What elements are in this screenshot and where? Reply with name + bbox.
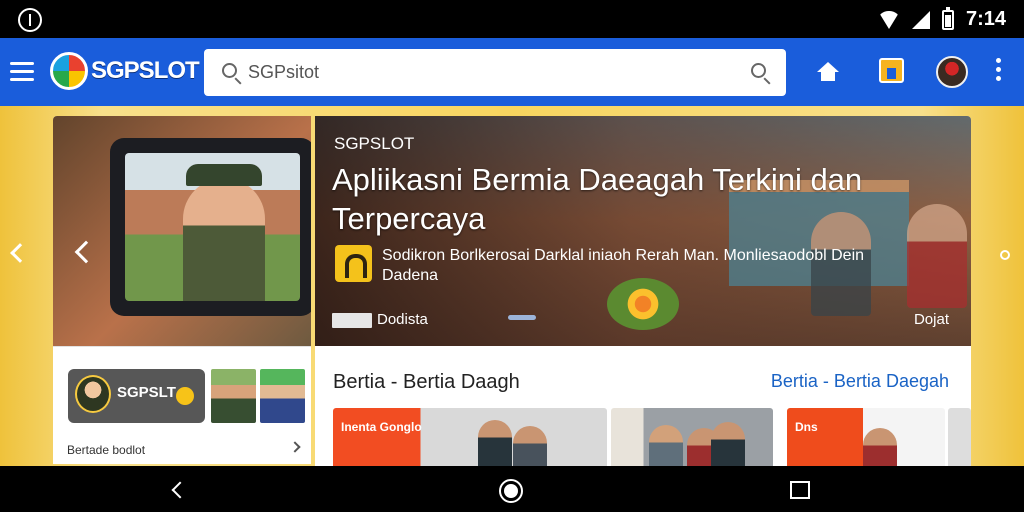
- background-person-image: [907, 204, 967, 308]
- left-thumbnail[interactable]: [260, 369, 305, 423]
- featured-hero[interactable]: SGPSLOT Apliikasni Bermia Daeagah Terkin…: [315, 116, 971, 346]
- status-bar: 7:14: [0, 0, 1024, 38]
- promo-text: SGPSLT: [117, 384, 176, 401]
- logo-text: SGPSLOT: [91, 57, 200, 84]
- back-icon[interactable]: [171, 481, 189, 499]
- hero-kicker: SGPSLOT: [334, 134, 415, 153]
- avatar[interactable]: [936, 56, 968, 88]
- news-card[interactable]: Dns: [787, 408, 945, 466]
- news-card[interactable]: [611, 408, 773, 466]
- store-icon[interactable]: [879, 58, 904, 83]
- coin-icon: [176, 387, 194, 405]
- search-input[interactable]: [248, 58, 728, 86]
- carousel-prev-arrow-icon[interactable]: [10, 243, 30, 263]
- hero-title: Apliikasni Bermia Daeagah Terkini dan Te…: [332, 162, 863, 236]
- hero-left-action[interactable]: Dodista: [377, 311, 428, 328]
- promo-avatar: [75, 375, 111, 413]
- officer-preview-image: [53, 116, 311, 346]
- left-preview-card[interactable]: SGPSLT Bertade bodlot: [53, 116, 311, 464]
- news-person-image: [478, 420, 512, 466]
- featured-app-icon: [335, 245, 372, 282]
- hero-right-action[interactable]: Dojat: [914, 311, 949, 328]
- news-person-image: [863, 428, 897, 466]
- hero-pill-icon: [332, 313, 372, 328]
- search-icon: [222, 63, 237, 78]
- app-notification-icon: [18, 8, 42, 32]
- home-button-icon[interactable]: [499, 479, 523, 503]
- carousel-indicator[interactable]: [508, 315, 536, 320]
- news-card[interactable]: [948, 408, 971, 466]
- officer-figure: [183, 164, 265, 301]
- news-link[interactable]: Bertia - Bertia Daegah: [771, 371, 949, 392]
- hero-body: Sodikron Borlkerosai Darklal iniaoh Rera…: [382, 247, 865, 284]
- app-logo[interactable]: SGPSLOT: [50, 52, 200, 90]
- news-card-tag: Inenta Gonglo: [341, 420, 422, 434]
- app-bar: SGPSLOT: [0, 38, 1024, 106]
- news-card[interactable]: Inenta Gonglo: [333, 408, 607, 466]
- tablet-screen: [125, 153, 300, 301]
- carousel-next-dot-icon[interactable]: [1000, 250, 1010, 260]
- search-box[interactable]: [204, 49, 786, 96]
- status-time: 7:14: [965, 8, 1006, 30]
- chevron-right-icon[interactable]: [289, 441, 301, 453]
- featured-card: SGPSLOT Apliikasni Bermia Daeagah Terkin…: [315, 116, 971, 466]
- tablet-image: [110, 138, 311, 316]
- left-thumbnail[interactable]: [211, 369, 256, 423]
- search-submit-icon[interactable]: [751, 63, 766, 78]
- news-card-tag: Dns: [795, 420, 818, 434]
- recent-apps-icon[interactable]: [790, 481, 810, 499]
- left-preview-prev-icon[interactable]: [74, 240, 98, 264]
- main-content: SGPSLT Bertade bodlot SGPSLOT Apliikasni…: [0, 106, 1024, 466]
- logo-mark-icon: [50, 52, 88, 90]
- signal-icon: [911, 10, 930, 29]
- home-icon[interactable]: [817, 62, 839, 81]
- more-icon[interactable]: [995, 58, 1001, 86]
- battery-icon: [941, 6, 954, 30]
- news-person-image: [711, 422, 745, 466]
- left-preview-footer: SGPSLT Bertade bodlot: [53, 346, 311, 464]
- news-person-image: [513, 426, 547, 466]
- menu-icon[interactable]: [10, 62, 34, 82]
- promo-chip[interactable]: SGPSLT: [68, 369, 205, 423]
- news-heading: Bertia - Bertia Daagh: [333, 371, 520, 393]
- news-person-image: [649, 425, 683, 466]
- status-icons: 7:14: [877, 6, 1006, 31]
- left-caption: Bertade bodlot: [67, 443, 146, 457]
- wifi-icon: [877, 10, 900, 29]
- system-navigation-bar: [0, 466, 1024, 512]
